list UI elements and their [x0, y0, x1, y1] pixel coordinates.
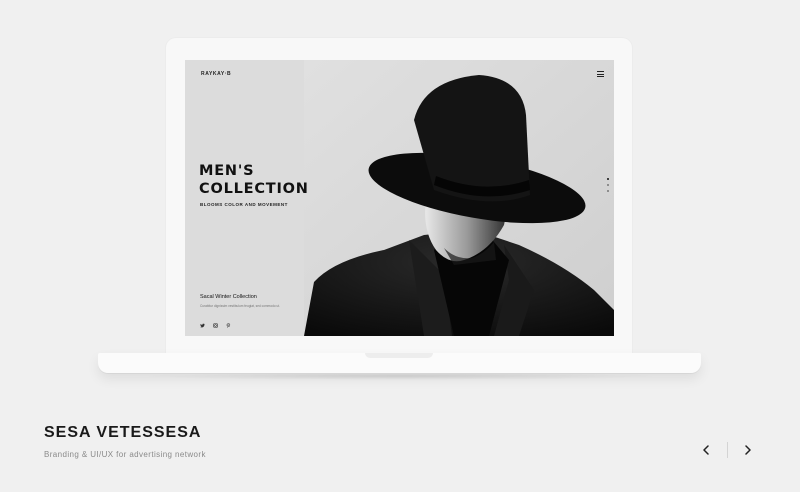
pinterest-icon[interactable]: [225, 322, 231, 328]
laptop-shadow: [140, 372, 660, 380]
next-button[interactable]: [738, 440, 758, 460]
pagination-dot-active[interactable]: [607, 178, 609, 180]
collection-description: Curabitur dignissim vestibulum feugiat, …: [200, 304, 281, 308]
hero-title: MEN'S COLLECTION: [199, 163, 309, 197]
project-title: SESA VETESSESA: [44, 424, 202, 441]
collection-title: Sacal Winter Collection: [200, 294, 257, 300]
pagination-dot[interactable]: [607, 184, 609, 186]
chevron-right-icon: [745, 445, 751, 455]
previous-button[interactable]: [696, 440, 716, 460]
site-logo[interactable]: RAYKAY·B: [201, 71, 231, 77]
hero-subtitle: BLOOMS COLOR AND MOVEMENT: [200, 202, 288, 207]
laptop-screen: RAYKAY·B MEN'S COLLECTION BLOOMS COLOR A…: [185, 60, 614, 336]
chevron-left-icon: [703, 445, 709, 455]
slide-pagination[interactable]: [607, 178, 609, 192]
pagination-dot[interactable]: [607, 190, 609, 192]
laptop-notch: [365, 353, 433, 358]
arrow-divider: [727, 442, 728, 458]
slider-navigation: [694, 440, 758, 460]
hamburger-menu-icon[interactable]: [597, 71, 604, 77]
project-subtitle: Branding & UI/UX for advertising network: [44, 450, 206, 459]
instagram-icon[interactable]: [212, 322, 218, 328]
hero-photo: [304, 60, 614, 336]
social-links: [199, 322, 231, 328]
twitter-icon[interactable]: [199, 322, 205, 328]
